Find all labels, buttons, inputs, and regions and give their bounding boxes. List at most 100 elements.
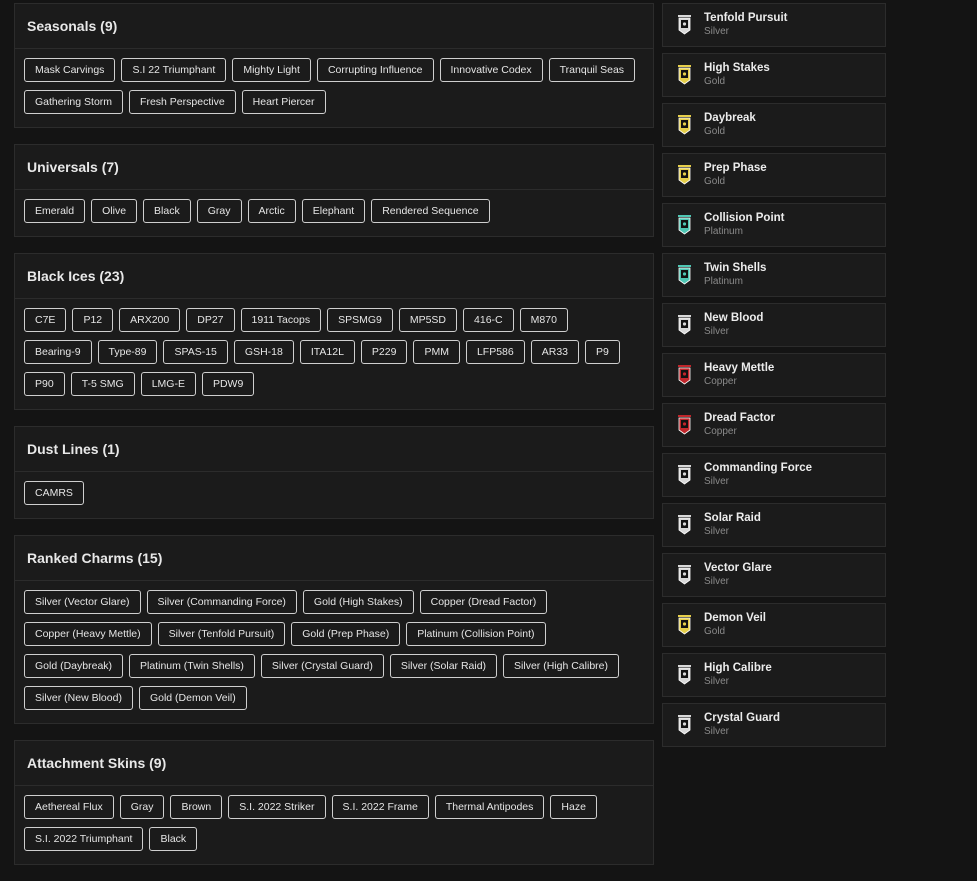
item-chip[interactable]: Brown	[170, 795, 223, 819]
item-chip[interactable]: Gold (Daybreak)	[24, 654, 124, 678]
item-chip[interactable]: P229	[360, 340, 408, 364]
item-chip[interactable]: Corrupting Influence	[316, 58, 434, 82]
rank-card[interactable]: Dread Factor Copper	[662, 403, 886, 447]
item-chip[interactable]: S.I. 2022 Frame	[331, 795, 429, 819]
rank-name: Demon Veil	[704, 612, 766, 624]
rank-card[interactable]: High Stakes Gold	[662, 53, 886, 97]
item-chip[interactable]: Black	[143, 199, 191, 223]
section-black-ices: Black Ices (23) C7E P12 ARX200 DP27 1911 Tac…	[14, 253, 654, 410]
item-chip[interactable]: S.I. 2022 Triumphant	[24, 827, 144, 851]
item-chip[interactable]: Gold (Demon Veil)	[138, 686, 247, 710]
item-chip[interactable]: LFP586	[465, 340, 525, 364]
item-chip[interactable]: GSH-18	[233, 340, 294, 364]
item-chip[interactable]: Type-89	[97, 340, 158, 364]
rank-card[interactable]: Solar Raid Silver	[662, 503, 886, 547]
item-chip[interactable]: Emerald	[24, 199, 86, 223]
rank-card[interactable]: Daybreak Gold	[662, 103, 886, 147]
item-chip[interactable]: Copper (Heavy Mettle)	[24, 622, 152, 646]
rank-text: Heavy Mettle Copper	[704, 362, 774, 388]
item-chip[interactable]: Platinum (Twin Shells)	[129, 654, 255, 678]
rank-card[interactable]: New Blood Silver	[662, 303, 886, 347]
item-chip[interactable]: AR33	[530, 340, 579, 364]
item-chip[interactable]: Bearing-9	[24, 340, 92, 364]
item-chip[interactable]: CAMRS	[24, 481, 84, 505]
item-chip[interactable]: P12	[72, 308, 114, 332]
item-chip[interactable]: Fresh Perspective	[129, 90, 236, 114]
item-chip[interactable]: Silver (Solar Raid)	[389, 654, 498, 678]
item-chip[interactable]: Arctic	[247, 199, 296, 223]
rank-name: Heavy Mettle	[704, 362, 775, 374]
item-chip[interactable]: 1911 Tacops	[240, 308, 322, 332]
rank-name: Dread Factor	[704, 412, 775, 424]
rank-text: Daybreak Gold	[704, 112, 756, 138]
rank-card[interactable]: Commanding Force Silver	[662, 453, 886, 497]
item-chip[interactable]: Silver (Commanding Force)	[146, 590, 297, 614]
item-chip[interactable]: SPAS-15	[163, 340, 228, 364]
gold-rank-icon	[677, 65, 692, 85]
silver-rank-icon	[677, 565, 692, 585]
rank-card[interactable]: Crystal Guard Silver	[662, 703, 886, 747]
item-chip[interactable]: Silver (New Blood)	[24, 686, 133, 710]
item-chip[interactable]: Thermal Antipodes	[434, 795, 545, 819]
rank-card[interactable]: Tenfold Pursuit Silver	[662, 3, 886, 47]
item-chip[interactable]: Heart Piercer	[241, 90, 326, 114]
rank-name: Prep Phase	[704, 162, 767, 174]
rank-card[interactable]: Vector Glare Silver	[662, 553, 886, 597]
item-chip[interactable]: T-5 SMG	[70, 372, 135, 396]
item-chip[interactable]: Gold (High Stakes)	[302, 590, 414, 614]
rank-card[interactable]: Prep Phase Gold	[662, 153, 886, 197]
item-chip[interactable]: LMG-E	[140, 372, 196, 396]
rank-tier: Silver	[704, 26, 730, 37]
item-chip[interactable]: Mighty Light	[232, 58, 311, 82]
item-chip[interactable]: Aethereal Flux	[24, 795, 114, 819]
platinum-rank-icon	[677, 265, 692, 285]
rank-text: New Blood Silver	[704, 312, 763, 338]
item-chip[interactable]: ITA12L	[299, 340, 355, 364]
item-chip[interactable]: PMM	[413, 340, 460, 364]
item-chip[interactable]: P9	[585, 340, 620, 364]
item-chip[interactable]: Innovative Codex	[439, 58, 543, 82]
item-chip[interactable]: Elephant	[301, 199, 366, 223]
item-chip[interactable]: 416-C	[463, 308, 514, 332]
rank-name: Collision Point	[704, 212, 785, 224]
silver-rank-icon	[677, 15, 692, 35]
item-chip[interactable]: DP27	[186, 308, 235, 332]
item-chip[interactable]: Gray	[196, 199, 242, 223]
item-chip[interactable]: Gray	[119, 795, 165, 819]
item-chip[interactable]: PDW9	[201, 372, 255, 396]
item-chip[interactable]: Silver (High Calibre)	[503, 654, 619, 678]
item-chip[interactable]: MP5SD	[398, 308, 458, 332]
item-chip[interactable]: Copper (Dread Factor)	[419, 590, 548, 614]
section-title: Dust Lines (1)	[15, 427, 653, 472]
rank-text: Vector Glare Silver	[704, 562, 772, 588]
item-chip[interactable]: C7E	[24, 308, 67, 332]
rank-card[interactable]: Collision Point Platinum	[662, 203, 886, 247]
item-chip[interactable]: Tranquil Seas	[548, 58, 636, 82]
item-chip[interactable]: Black	[149, 827, 198, 851]
item-chip[interactable]: M870	[519, 308, 568, 332]
item-chip[interactable]: P90	[24, 372, 65, 396]
item-chip[interactable]: ARX200	[119, 308, 181, 332]
item-chip[interactable]: Olive	[91, 199, 138, 223]
rank-card[interactable]: High Calibre Silver	[662, 653, 886, 697]
collection-sections: Seasonals (9) Mask Carvings S.I 22 Triump…	[14, 3, 654, 881]
rank-tier: Copper	[704, 426, 737, 437]
item-chip[interactable]: Gathering Storm	[24, 90, 124, 114]
rank-card[interactable]: Demon Veil Gold	[662, 603, 886, 647]
item-chip[interactable]: Silver (Crystal Guard)	[260, 654, 384, 678]
rank-name: High Stakes	[704, 62, 770, 74]
item-chip[interactable]: Platinum (Collision Point)	[406, 622, 546, 646]
item-chip[interactable]: Silver (Tenfold Pursuit)	[157, 622, 286, 646]
gold-rank-icon	[677, 165, 692, 185]
item-chip[interactable]: Haze	[550, 795, 597, 819]
item-chip[interactable]: Silver (Vector Glare)	[24, 590, 141, 614]
item-chip[interactable]: Gold (Prep Phase)	[291, 622, 401, 646]
rank-card[interactable]: Twin Shells Platinum	[662, 253, 886, 297]
item-chip[interactable]: Rendered Sequence	[371, 199, 490, 223]
item-chip[interactable]: SPSMG9	[327, 308, 393, 332]
section-ranked-charms: Ranked Charms (15) Silver (Vector Glare)…	[14, 535, 654, 724]
rank-card[interactable]: Heavy Mettle Copper	[662, 353, 886, 397]
item-chip[interactable]: S.I 22 Triumphant	[121, 58, 227, 82]
item-chip[interactable]: Mask Carvings	[24, 58, 116, 82]
item-chip[interactable]: S.I. 2022 Striker	[228, 795, 326, 819]
